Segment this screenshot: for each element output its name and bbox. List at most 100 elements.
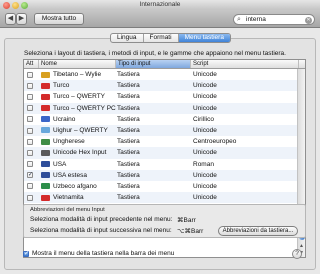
- uzbek-flag-icon: [41, 183, 50, 190]
- row-checkbox[interactable]: [27, 71, 33, 78]
- row-type: Tastiera: [117, 182, 140, 190]
- search-icon: ⌕: [237, 16, 241, 23]
- show-keyboard-menu-checkbox[interactable]: ✓: [23, 251, 29, 257]
- row-checkbox[interactable]: [27, 138, 33, 145]
- clear-search-icon[interactable]: ✕: [305, 16, 312, 24]
- table-row[interactable]: Uighur – QWERTY Tastiera Unicode: [24, 124, 299, 137]
- column-header-type[interactable]: Tipo di input: [116, 60, 191, 68]
- row-name: USA: [53, 160, 67, 168]
- row-checkbox[interactable]: ✓: [27, 172, 33, 179]
- row-name: Ungherese: [53, 138, 85, 146]
- table-row[interactable]: USA Tastiera Roman: [24, 159, 299, 170]
- row-checkbox[interactable]: [27, 93, 33, 100]
- column-header-active[interactable]: Att: [24, 60, 39, 68]
- show-keyboard-menu-label: Mostra il menu della tastiera nella barr…: [32, 250, 175, 257]
- row-name: Turco: [53, 82, 70, 90]
- row-type: Tastiera: [117, 93, 140, 101]
- row-name: Uzbeco afgano: [53, 182, 97, 190]
- unicode-hex-icon: [41, 149, 50, 156]
- zoom-window-icon[interactable]: [21, 1, 28, 9]
- table-row[interactable]: Vietnamita Tastiera Unicode: [24, 192, 299, 204]
- minimize-window-icon[interactable]: [12, 1, 19, 9]
- row-script: Unicode: [193, 71, 217, 78]
- row-name: Uighur – QWERTY: [53, 126, 108, 134]
- row-script: Unicode: [193, 149, 217, 157]
- row-checkbox[interactable]: [27, 183, 33, 190]
- search-input[interactable]: [246, 15, 304, 24]
- row-script: Unicode: [193, 194, 217, 202]
- scroll-up-arrow-icon[interactable]: ▲: [299, 243, 304, 249]
- next-input-label: Seleziona modalità di input successiva n…: [30, 227, 172, 234]
- row-name: Ucraino: [53, 115, 76, 123]
- help-button[interactable]: ?: [292, 249, 302, 259]
- row-script: Roman: [193, 160, 214, 168]
- window-titlebar: Internazionale: [0, 0, 320, 10]
- turkey-flag-icon: [41, 93, 50, 100]
- table-row[interactable]: Tibetano – Wylie Tastiera Unicode: [24, 69, 299, 80]
- shortcuts-title: Abbreviazioni del menu Input: [30, 207, 105, 213]
- table-row[interactable]: Ungherese Tastiera Centroeuropeo: [24, 136, 299, 147]
- row-type: Tastiera: [117, 160, 140, 168]
- row-script: Centroeuropeo: [193, 138, 237, 146]
- row-type: Tastiera: [117, 149, 140, 157]
- show-all-button[interactable]: Mostra tutto: [34, 13, 84, 25]
- close-window-icon[interactable]: [3, 1, 10, 9]
- row-checkbox[interactable]: [27, 161, 33, 168]
- row-checkbox[interactable]: [27, 82, 33, 89]
- tibetan-wylie-icon: [41, 71, 50, 78]
- usa-flag-icon: [41, 172, 50, 179]
- row-name: Vietnamita: [53, 194, 84, 202]
- previous-input-label: Seleziona modalità di input precedente n…: [30, 216, 173, 223]
- tab-menu-tastiera[interactable]: Menu tastiera: [178, 34, 230, 42]
- row-checkbox[interactable]: [27, 105, 33, 112]
- usa-flag-icon: [41, 161, 50, 167]
- ukraine-flag-icon: [41, 116, 50, 123]
- search-field[interactable]: ⌕ ✕: [233, 14, 315, 25]
- back-button[interactable]: ◀: [5, 13, 16, 25]
- row-type: Tastiera: [117, 115, 140, 123]
- row-name: Turco – QWERTY: [53, 93, 106, 101]
- row-checkbox[interactable]: [27, 194, 33, 201]
- row-type: Tastiera: [117, 194, 140, 202]
- toolbar: ◀ ▶ Mostra tutto ⌕ ✕: [0, 10, 320, 28]
- row-script: Cirillico: [193, 115, 214, 123]
- table-row[interactable]: Turco – QWERTY PC Tastiera Unicode: [24, 102, 299, 114]
- next-input-shortcut: ⌥⌘Barr: [177, 228, 204, 235]
- table-row[interactable]: ✓ USA estesa Tastiera Unicode: [24, 169, 299, 181]
- forward-button[interactable]: ▶: [16, 13, 27, 25]
- window-title: Internazionale: [139, 1, 181, 8]
- table-row[interactable]: Uzbeco afgano Tastiera Unicode: [24, 181, 299, 192]
- row-script: Unicode: [193, 104, 217, 112]
- row-type: Tastiera: [117, 126, 140, 134]
- table-row[interactable]: Turco – QWERTY Tastiera Unicode: [24, 91, 299, 102]
- row-name: Turco – QWERTY PC: [53, 104, 116, 112]
- tab-lingua[interactable]: Lingua: [111, 34, 144, 42]
- row-checkbox[interactable]: [27, 116, 33, 123]
- column-header-script[interactable]: Script: [191, 60, 299, 68]
- row-type: Tastiera: [117, 71, 140, 78]
- table-rows: Tibetano – Wylie Tastiera Unicode Turco Tast…: [24, 69, 299, 204]
- row-script: Unicode: [193, 93, 217, 101]
- row-script: Unicode: [193, 171, 217, 179]
- previous-input-shortcut: ⌘Barr: [177, 217, 196, 224]
- column-header-name[interactable]: Nome: [39, 60, 116, 68]
- table-header: Att Nome Tipo di input Script: [24, 60, 305, 69]
- row-script: Unicode: [193, 182, 217, 190]
- row-checkbox[interactable]: [27, 149, 33, 156]
- row-checkbox[interactable]: [27, 127, 33, 134]
- table-row[interactable]: Turco Tastiera Unicode: [24, 80, 299, 92]
- turkey-flag-icon: [41, 105, 50, 112]
- row-name: USA estesa: [53, 171, 87, 179]
- row-script: Unicode: [193, 126, 217, 134]
- row-name: Tibetano – Wylie: [53, 71, 102, 78]
- keyboard-shortcuts-button[interactable]: Abbreviazioni da tastiera...: [218, 226, 298, 236]
- row-type: Tastiera: [117, 104, 140, 112]
- hungary-flag-icon: [41, 138, 50, 145]
- tab-formati[interactable]: Formati: [144, 34, 179, 42]
- table-row[interactable]: Unicode Hex Input Tastiera Unicode: [24, 147, 299, 159]
- table-row[interactable]: Ucraino Tastiera Cirillico: [24, 114, 299, 125]
- input-menu-shortcuts-box: Abbreviazioni del menu Input Seleziona m…: [23, 204, 306, 238]
- instructions-text: Seleziona i layout di tastiera, i metodi…: [24, 50, 286, 57]
- row-script: Unicode: [193, 82, 217, 90]
- row-name: Unicode Hex Input: [53, 149, 107, 157]
